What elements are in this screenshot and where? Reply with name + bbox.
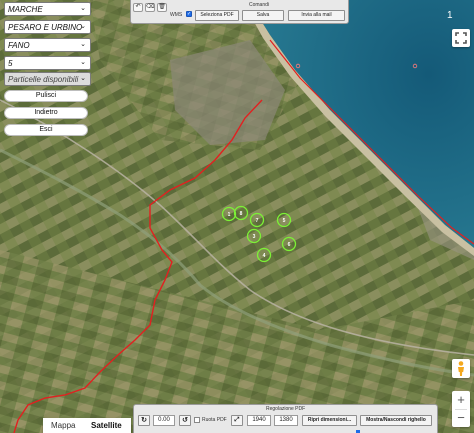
chevron-down-icon: ⌄ bbox=[80, 23, 86, 30]
resize-icon[interactable]: ⤢ bbox=[231, 415, 243, 426]
particles-select[interactable]: Particelle disponibili ⌄ bbox=[4, 72, 91, 86]
particle-label: 5 bbox=[283, 218, 286, 224]
map-type-satellite-button[interactable]: Satellite bbox=[91, 421, 122, 430]
chevron-down-icon: ⌄ bbox=[80, 5, 86, 12]
chevron-down-icon: ⌄ bbox=[80, 59, 86, 66]
chevron-down-icon: ⌄ bbox=[80, 41, 86, 48]
command-toolbar: Comandi ↶ ⌫ 🗑 WMS ✓ Seleziona PDF Salva … bbox=[130, 0, 349, 24]
region-select[interactable]: MARCHE ⌄ bbox=[4, 2, 91, 16]
particle-label: 4 bbox=[263, 253, 266, 259]
map-type-map-button[interactable]: Mappa bbox=[51, 421, 75, 430]
select-pdf-button[interactable]: Seleziona PDF bbox=[195, 10, 239, 21]
fullscreen-icon bbox=[455, 32, 467, 44]
municipality-select-value: FANO bbox=[8, 41, 30, 50]
command-toolbar-title: Comandi bbox=[249, 2, 270, 8]
rotate-pdf-label: Ruota PDF bbox=[202, 417, 227, 423]
fullscreen-button[interactable] bbox=[452, 29, 470, 47]
region-select-value: MARCHE bbox=[8, 5, 43, 14]
street-view-button[interactable] bbox=[452, 359, 470, 378]
back-button[interactable]: Indietro bbox=[4, 107, 88, 119]
pdf-height-field[interactable]: 1380 bbox=[274, 415, 298, 426]
exit-button[interactable]: Esci bbox=[4, 124, 88, 136]
zoom-in-button[interactable]: + bbox=[452, 391, 470, 409]
eraser-icon[interactable]: ⌫ bbox=[145, 3, 155, 12]
pdf-settings-title: Regolazione PDF bbox=[266, 406, 306, 412]
zoom-out-button[interactable]: − bbox=[452, 409, 470, 427]
pdf-settings-bar: Regolazione PDF ↻ 0.00 ↺ Ruota PDF ⤢ 194… bbox=[133, 404, 438, 433]
particle-label: 3 bbox=[253, 234, 256, 240]
pegman-icon bbox=[458, 361, 464, 376]
sheet-select-value: 5 bbox=[8, 59, 13, 68]
reset-dimensions-button[interactable]: Ripri dimensioni... bbox=[302, 415, 357, 426]
wms-checkbox[interactable]: ✓ bbox=[186, 11, 192, 17]
zoom-control: + − bbox=[452, 391, 470, 427]
province-select-value: PESARO E URBINO bbox=[8, 23, 83, 32]
send-mail-button[interactable]: Invia alla mail bbox=[288, 10, 345, 21]
rotate-icon[interactable]: ↻ bbox=[138, 415, 150, 426]
toggle-ruler-button[interactable]: Mostra/Nascondi righello bbox=[360, 415, 432, 426]
particles-select-value: Particelle disponibili bbox=[8, 75, 79, 84]
trash-icon[interactable]: 🗑 bbox=[157, 3, 167, 12]
page-number: 1 bbox=[447, 10, 453, 21]
municipality-select[interactable]: FANO ⌄ bbox=[4, 38, 91, 52]
map-type-control: Mappa Satellite bbox=[43, 418, 131, 433]
clear-button[interactable]: Pulisci bbox=[4, 90, 88, 102]
rotate-pdf-checkbox[interactable] bbox=[194, 417, 200, 423]
save-button[interactable]: Salva bbox=[242, 10, 284, 21]
sheet-select[interactable]: 5 ⌄ bbox=[4, 56, 91, 70]
particle-label: 6 bbox=[288, 242, 291, 248]
rotate-reset-icon[interactable]: ↺ bbox=[179, 415, 191, 426]
particle-label: 7 bbox=[256, 218, 259, 224]
undo-icon[interactable]: ↶ bbox=[133, 3, 143, 12]
wms-label: WMS bbox=[170, 12, 183, 18]
chevron-down-icon: ⌄ bbox=[80, 75, 86, 82]
rotation-field[interactable]: 0.00 bbox=[153, 415, 175, 426]
particle-label: 1 bbox=[228, 212, 231, 218]
pdf-width-field[interactable]: 1940 bbox=[247, 415, 271, 426]
province-select[interactable]: PESARO E URBINO ⌄ bbox=[4, 20, 91, 34]
particle-label: 8 bbox=[240, 211, 243, 217]
